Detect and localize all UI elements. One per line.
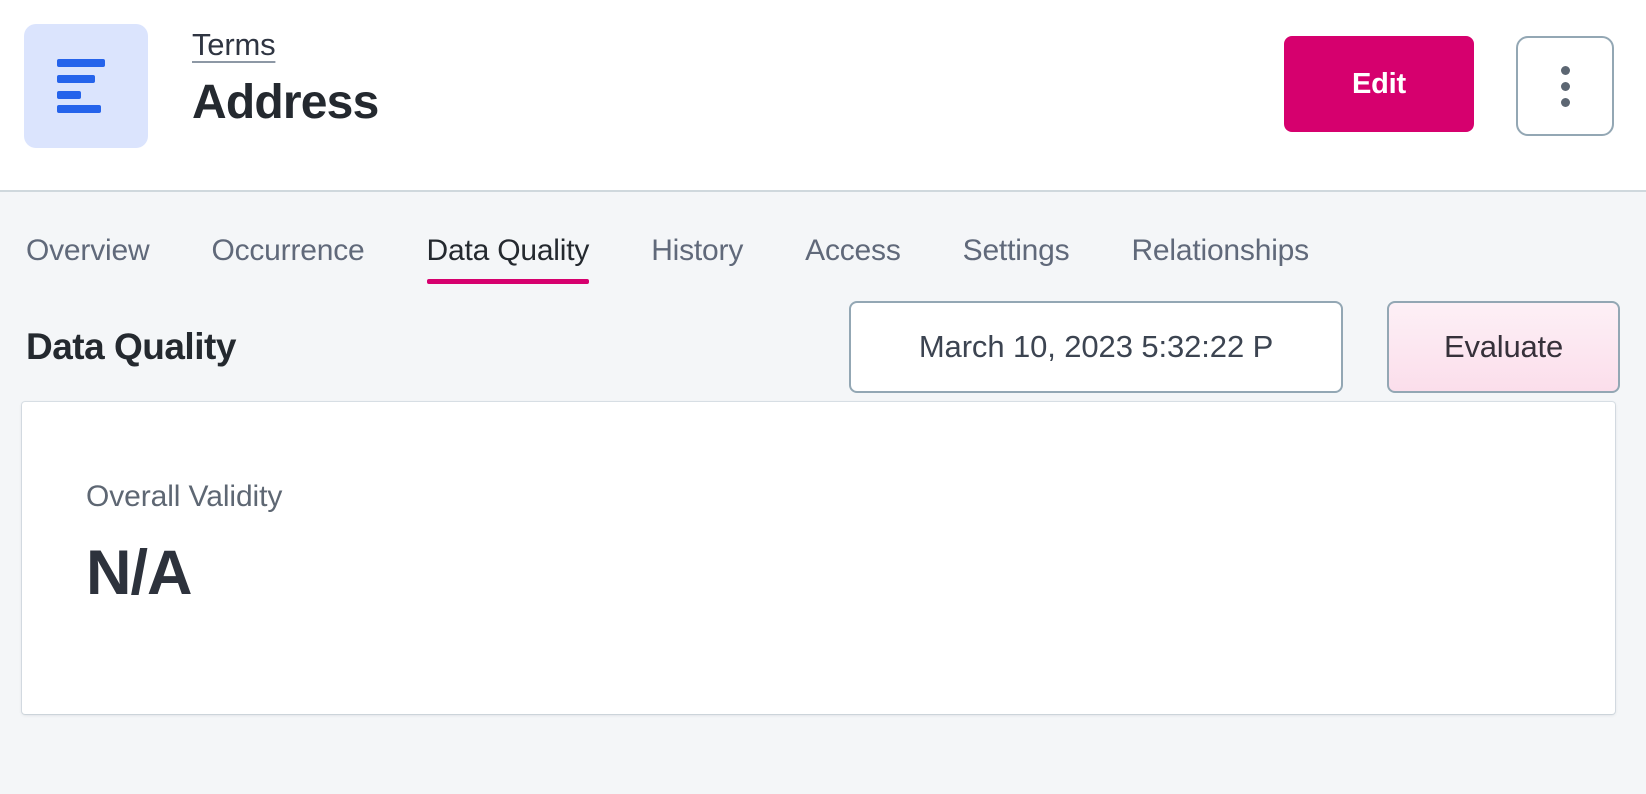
- app-header: Terms Address Edit: [0, 0, 1646, 192]
- card-area: Overall Validity N/A: [0, 394, 1646, 714]
- breadcrumb-terms-link[interactable]: Terms: [192, 27, 276, 62]
- more-options-button[interactable]: [1516, 36, 1614, 136]
- tab-settings[interactable]: Settings: [963, 234, 1070, 284]
- tab-bar: Overview Occurrence Data Quality History…: [0, 192, 1646, 284]
- overall-validity-value: N/A: [86, 538, 193, 608]
- tab-history[interactable]: History: [651, 234, 743, 284]
- header-inner: Terms Address Edit: [0, 0, 1646, 148]
- tab-data-quality[interactable]: Data Quality: [426, 234, 589, 284]
- evaluate-button[interactable]: Evaluate: [1387, 301, 1620, 393]
- tab-occurrence[interactable]: Occurrence: [211, 234, 364, 284]
- evaluation-date-select[interactable]: March 10, 2023 5:32:22 P: [849, 301, 1343, 393]
- overall-validity-label: Overall Validity: [86, 480, 283, 513]
- title-block: Terms Address: [192, 24, 379, 130]
- kebab-menu-icon: [1560, 65, 1570, 107]
- header-actions: Edit: [1284, 24, 1622, 136]
- list-lines-icon: [24, 24, 148, 148]
- evaluation-date-value: March 10, 2023 5:32:22 P: [918, 329, 1274, 364]
- tab-overview[interactable]: Overview: [26, 234, 150, 284]
- section-title: Data Quality: [26, 326, 236, 367]
- page-title: Address: [192, 76, 379, 130]
- overall-validity-card: Overall Validity N/A: [22, 402, 1615, 714]
- section-header: Data Quality March 10, 2023 5:32:22 P Ev…: [0, 284, 1646, 394]
- tab-relationships[interactable]: Relationships: [1131, 234, 1309, 284]
- tab-access[interactable]: Access: [805, 234, 901, 284]
- edit-button[interactable]: Edit: [1284, 36, 1474, 132]
- section-controls: March 10, 2023 5:32:22 P Evaluate: [849, 301, 1620, 393]
